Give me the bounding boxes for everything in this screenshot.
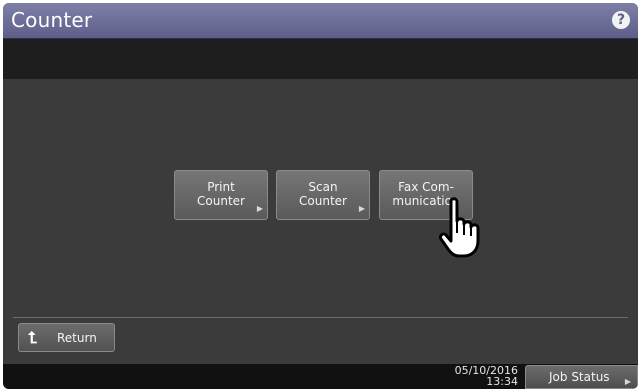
page-title: Counter — [11, 8, 93, 32]
scan-counter-label: Scan Counter — [299, 180, 347, 208]
return-button[interactable]: ⮤ Return — [18, 323, 115, 352]
status-bar: 05/10/2016 13:34 Job Status ▶ — [3, 364, 638, 389]
time-text: 13:34 — [486, 375, 518, 388]
touch-panel-screen: Counter ? Print Counter ▶ Scan Counter ▶… — [3, 3, 638, 389]
sub-header-bar — [3, 39, 638, 79]
scan-counter-button[interactable]: Scan Counter ▶ — [276, 170, 370, 220]
print-counter-label: Print Counter — [197, 180, 245, 208]
print-counter-button[interactable]: Print Counter ▶ — [174, 170, 268, 220]
arrow-right-icon: ▶ — [358, 204, 365, 213]
title-bar: Counter ? — [3, 3, 638, 39]
hand-pointer-icon — [439, 197, 480, 258]
help-icon[interactable]: ? — [612, 11, 630, 29]
job-status-label: Job Status — [549, 370, 610, 384]
date-time: 05/10/2016 13:34 — [455, 365, 518, 387]
return-label: Return — [57, 331, 97, 345]
arrow-right-icon: ▶ — [624, 377, 631, 386]
return-arrow-icon: ⮤ — [28, 328, 38, 347]
arrow-right-icon: ▶ — [256, 204, 263, 213]
divider — [13, 317, 628, 318]
job-status-button[interactable]: Job Status ▶ — [525, 365, 638, 389]
